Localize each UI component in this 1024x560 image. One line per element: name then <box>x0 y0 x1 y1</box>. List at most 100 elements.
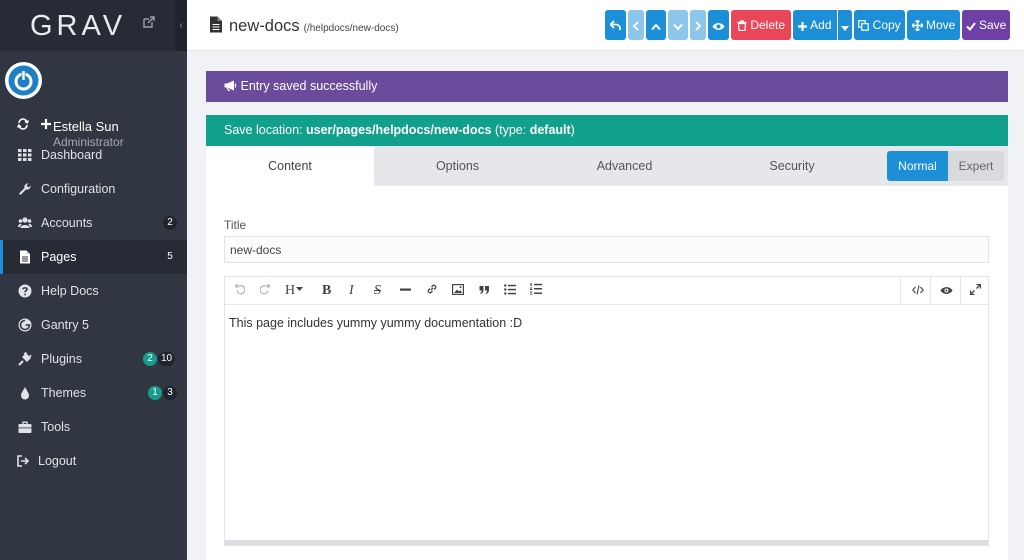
link-button[interactable] <box>426 283 438 299</box>
plus-icon[interactable] <box>40 118 52 130</box>
link-icon <box>427 284 437 294</box>
child-page-button[interactable] <box>668 10 688 40</box>
add-label: Add <box>810 18 832 32</box>
user-info: Estella Sun Administrator <box>0 51 187 149</box>
parent-page-button[interactable] <box>646 10 666 40</box>
delete-label: Delete <box>750 18 786 32</box>
tab-content[interactable]: Content <box>206 146 374 186</box>
italic-icon: I <box>349 283 354 298</box>
title-label: Title <box>224 218 247 232</box>
wrench-icon <box>19 183 31 195</box>
expand-icon <box>969 283 982 296</box>
strikethrough-icon: S <box>374 283 381 298</box>
sidebar-item-logout[interactable]: Logout <box>0 444 187 478</box>
sidebar-item-help-docs[interactable]: Help Docs <box>0 274 187 308</box>
collapse-sidebar-button[interactable]: ‹ <box>175 0 187 51</box>
blockquote-button[interactable] <box>479 283 490 299</box>
redo-button[interactable] <box>259 283 271 299</box>
save-location-type-prefix: (type: <box>491 123 530 137</box>
tab-options[interactable]: Options <box>374 146 541 186</box>
users-icon <box>18 217 32 228</box>
quick-actions <box>16 118 52 133</box>
chevron-right-icon <box>695 21 702 31</box>
sidebar-header: GRAV ‹ <box>0 0 187 51</box>
move-button[interactable]: Move <box>907 10 960 40</box>
sidebar-item-dashboard[interactable]: Dashboard <box>0 138 187 172</box>
question-circle-icon <box>18 284 32 298</box>
back-button[interactable] <box>605 10 626 40</box>
copy-icon <box>858 20 870 31</box>
bold-button[interactable]: B <box>322 283 331 299</box>
file-icon <box>210 16 222 33</box>
editor-content[interactable]: This page includes yummy yummy documenta… <box>229 316 522 330</box>
refresh-icon[interactable] <box>16 118 30 130</box>
heading-icon: H <box>285 283 296 298</box>
sidebar-item-tools[interactable]: Tools <box>0 410 187 444</box>
add-dropdown-button[interactable] <box>838 10 852 40</box>
sidebar-nav: Dashboard Configuration Accounts 2 Pages… <box>0 138 187 478</box>
alert-message: Entry saved successfully <box>240 79 378 93</box>
copy-label: Copy <box>872 18 901 32</box>
italic-button[interactable]: I <box>349 283 354 299</box>
fullscreen-button[interactable] <box>969 283 982 299</box>
sidebar-item-label: Accounts <box>41 216 93 230</box>
sidebar-item-accounts[interactable]: Accounts 2 <box>0 206 187 240</box>
ordered-list-button[interactable] <box>530 283 542 299</box>
save-location-type-suffix: ) <box>570 123 575 137</box>
sidebar-item-pages[interactable]: Pages 5 <box>0 240 187 274</box>
sidebar-item-plugins[interactable]: Plugins 2 10 <box>0 342 187 376</box>
chevron-up-icon <box>651 23 661 31</box>
page-title: new-docs (/helpdocs/new-docs) <box>209 16 399 36</box>
page-tabs: Content Options Advanced Security Normal… <box>206 146 1008 186</box>
copy-button[interactable]: Copy <box>854 10 905 40</box>
save-location-type: default <box>529 123 571 137</box>
plus-icon <box>798 22 808 31</box>
page-title-text: new-docs <box>229 17 300 35</box>
expert-mode-button[interactable]: Expert <box>948 151 1004 181</box>
sidebar-item-label: Dashboard <box>41 148 103 162</box>
tab-security[interactable]: Security <box>708 146 876 186</box>
list-ol-icon <box>530 283 542 295</box>
strikethrough-button[interactable]: S <box>374 283 381 299</box>
sidebar-item-label: Logout <box>38 454 77 468</box>
horizontal-rule-button[interactable] <box>400 283 411 299</box>
heading-button[interactable]: H <box>285 283 304 299</box>
external-link-icon[interactable] <box>143 16 155 28</box>
sidebar-item-label: Gantry 5 <box>41 318 89 332</box>
title-input[interactable] <box>224 236 989 263</box>
code-view-button[interactable] <box>912 283 924 299</box>
move-label: Move <box>926 18 956 32</box>
dashboard-grid-icon <box>18 149 32 161</box>
sidebar-item-configuration[interactable]: Configuration <box>0 172 187 206</box>
tint-icon <box>21 387 29 400</box>
chevron-left-icon <box>632 21 639 31</box>
undo-icon <box>234 283 246 295</box>
grav-logo[interactable]: GRAV <box>30 10 126 43</box>
user-name: Estella Sun <box>53 119 119 134</box>
next-page-button[interactable] <box>690 10 706 40</box>
image-button[interactable] <box>452 283 465 299</box>
add-button[interactable]: Add <box>793 10 837 40</box>
tab-advanced[interactable]: Advanced <box>541 146 708 186</box>
sidebar-item-themes[interactable]: Themes 1 3 <box>0 376 187 410</box>
undo-button[interactable] <box>234 283 246 299</box>
unordered-list-button[interactable] <box>504 283 516 299</box>
themes-count-badge: 3 <box>163 386 177 400</box>
sidebar: GRAV ‹ Estella Sun Administrator Dashboa… <box>0 0 187 560</box>
markdown-editor: H B I S This page includes yummy yummy d… <box>224 276 989 546</box>
list-ul-icon <box>504 284 516 295</box>
caret-down-icon <box>841 26 849 31</box>
caret-down-icon <box>296 287 304 291</box>
preview-button[interactable] <box>708 10 729 40</box>
save-location-bar: Save location: user/pages/helpdocs/new-d… <box>206 115 1008 146</box>
editor-resize-bar[interactable] <box>225 540 988 545</box>
save-button[interactable]: Save <box>962 10 1010 40</box>
normal-mode-button[interactable]: Normal <box>887 151 948 181</box>
previous-page-button[interactable] <box>628 10 644 40</box>
delete-button[interactable]: Delete <box>731 10 791 40</box>
sidebar-item-gantry[interactable]: Gantry 5 <box>0 308 187 342</box>
bold-icon: B <box>322 283 332 298</box>
trash-icon <box>737 20 747 32</box>
redo-icon <box>259 283 271 295</box>
preview-toggle-button[interactable] <box>940 283 953 299</box>
